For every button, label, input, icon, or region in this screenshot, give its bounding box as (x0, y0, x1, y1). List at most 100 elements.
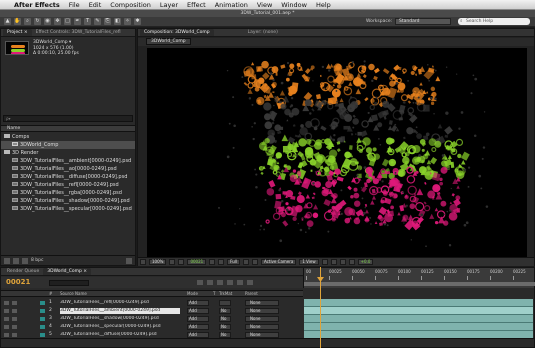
label-color-icon[interactable] (40, 325, 45, 329)
clone-tool-icon[interactable]: ⎘ (104, 18, 111, 25)
view-layout-select[interactable]: 1 View (299, 259, 319, 265)
label-color-icon[interactable] (40, 309, 45, 313)
solo-icon[interactable] (12, 309, 17, 313)
text-tool-icon[interactable]: T (84, 18, 91, 25)
graph-editor-icon[interactable] (247, 280, 253, 285)
timeline-icon[interactable] (339, 259, 346, 265)
layer-trkmat-select[interactable]: No (219, 316, 231, 322)
layer-name[interactable]: 3DW_TutorialFiles__refl[0000-0249].psd (60, 300, 180, 306)
layer-duration-bar[interactable] (304, 299, 533, 307)
project-item[interactable]: 3DW_TutorialFiles__refl[0000-0249].psd (1, 181, 135, 189)
composition-viewer[interactable] (147, 48, 527, 258)
show-channel-icon[interactable] (218, 259, 225, 265)
interpret-footage-icon[interactable] (4, 257, 10, 264)
new-folder-icon[interactable] (13, 257, 19, 264)
layer-parent-select[interactable]: None (245, 300, 279, 306)
project-item[interactable]: 3DW_TutorialFiles__diffuse[0000-0249].ps… (1, 173, 135, 181)
shy-layers-icon[interactable] (217, 280, 223, 285)
label-color-icon[interactable] (40, 317, 45, 321)
label-color-icon[interactable] (40, 333, 45, 337)
layer-duration-bar[interactable] (304, 323, 533, 331)
project-item[interactable]: 3DW_TutorialFiles__shadow[0000-0249].psd (1, 197, 135, 205)
layer-name[interactable]: 3DW_TutorialFiles__ambient[0000-0249].ps… (60, 308, 180, 314)
tab-timeline-comp[interactable]: 3DWorld_Comp × (43, 268, 92, 275)
brush-tool-icon[interactable]: ✎ (94, 18, 101, 25)
layer-duration-bar[interactable] (304, 307, 533, 315)
comp-navigator-tab[interactable]: 3DWorld_Comp (146, 38, 191, 45)
timeline-timecode[interactable]: 00021 (6, 278, 30, 286)
exposure-value[interactable]: +0.0 (357, 259, 374, 265)
frame-blending-icon[interactable] (227, 280, 233, 285)
project-item[interactable]: 3DW_TutorialFiles__specular[0000-0249].p… (1, 205, 135, 213)
workspace-select[interactable]: Standard (395, 18, 451, 25)
project-column-name[interactable]: Name (1, 125, 135, 132)
project-item[interactable]: 3DW_TutorialFiles__ao[0000-0249].psd (1, 165, 135, 173)
grid-icon[interactable] (169, 259, 176, 265)
toggle-pixel-aspect-icon[interactable] (321, 259, 328, 265)
layer-mode-select[interactable]: Add (187, 308, 209, 314)
region-of-interest-icon[interactable] (243, 259, 250, 265)
menu-help[interactable]: Help (316, 1, 331, 9)
menu-app-name[interactable]: After Effects (14, 1, 60, 9)
label-color-icon[interactable] (40, 301, 45, 305)
timeline-layer-row[interactable]: 2 3DW_TutorialFiles__ambient[0000-0249].p… (1, 307, 534, 315)
layer-name[interactable]: 3DW_TutorialFiles__specular[0000-0249].p… (60, 324, 180, 330)
timeline-layer-row[interactable]: 1 3DW_TutorialFiles__refl[0000-0249].psd A… (1, 299, 534, 307)
pen-tool-icon[interactable]: ✒ (74, 18, 81, 25)
draft-3d-icon[interactable] (207, 280, 213, 285)
column-parent[interactable]: Parent (245, 291, 258, 297)
pan-behind-tool-icon[interactable]: ✥ (54, 18, 61, 25)
video-visibility-icon[interactable] (4, 317, 9, 321)
layer-name[interactable]: 3DW_TutorialFiles__shadow[0000-0249].psd (60, 316, 180, 322)
resolution-select[interactable]: Full (227, 259, 241, 265)
time-ruler[interactable]: 00 00025 00050 00075 00100 00125 00150 00175 002… (303, 268, 535, 288)
camera-tool-icon[interactable]: ◉ (44, 18, 51, 25)
flowchart-icon[interactable] (348, 259, 355, 265)
project-item[interactable]: 3D Render (1, 149, 135, 157)
menu-window[interactable]: Window (281, 1, 307, 9)
rotate-tool-icon[interactable]: ↻ (34, 18, 41, 25)
layer-mode-select[interactable]: Add (187, 300, 209, 306)
help-search-input[interactable]: ⌕ Search Help (458, 18, 530, 25)
project-item[interactable]: 3DW_TutorialFiles__rgba[0000-0249].psd (1, 189, 135, 197)
layer-duration-bar[interactable] (304, 315, 533, 323)
motion-blur-icon[interactable] (237, 280, 243, 285)
new-comp-icon[interactable] (22, 257, 28, 264)
column-source-name[interactable]: Source Name (60, 291, 87, 297)
project-item[interactable]: 3DW_TutorialFiles__ambient[0000-0249].ps… (1, 157, 135, 165)
layer-trkmat-select[interactable]: No (219, 308, 231, 314)
comp-mini-flowchart-icon[interactable] (197, 280, 203, 285)
layer-trkmat-select[interactable]: No (219, 324, 231, 330)
transparency-grid-icon[interactable] (252, 259, 259, 265)
menu-file[interactable]: File (69, 1, 80, 9)
zoom-tool-icon[interactable]: ⌕ (24, 18, 31, 25)
column-mode[interactable]: Mode (187, 291, 198, 297)
bit-depth-button[interactable]: 8 bpc (31, 258, 43, 263)
project-item[interactable]: Comps (1, 133, 135, 141)
column-trkmat[interactable]: TrkMat (219, 291, 232, 297)
timeline-search-input[interactable] (49, 280, 89, 286)
layer-parent-select[interactable]: None (245, 324, 279, 330)
always-preview-icon[interactable] (140, 259, 146, 265)
tab-effect-controls[interactable]: Effect Controls: 3DW_TutorialFiles_refl (32, 29, 125, 36)
selection-tool-icon[interactable]: ▲ (4, 18, 11, 25)
menu-effect[interactable]: Effect (187, 1, 206, 9)
layer-mode-select[interactable]: Add (187, 324, 209, 330)
fast-previews-icon[interactable] (330, 259, 337, 265)
column-t[interactable]: T (213, 291, 215, 297)
zoom-select[interactable]: 100% (149, 259, 167, 265)
timeline-layer-row[interactable]: 4 3DW_TutorialFiles__specular[0000-0249].… (1, 323, 534, 331)
camera-select[interactable]: Active Camera (261, 259, 297, 265)
solo-icon[interactable] (12, 325, 17, 329)
video-visibility-icon[interactable] (4, 301, 9, 305)
timeline-layer-row[interactable]: 3 3DW_TutorialFiles__shadow[0000-0249].ps… (1, 315, 534, 323)
solo-icon[interactable] (12, 317, 17, 321)
tab-composition[interactable]: Composition: 3DWorld_Comp (140, 29, 214, 36)
work-area-bar[interactable] (304, 282, 535, 286)
video-visibility-icon[interactable] (4, 309, 9, 313)
solo-icon[interactable] (12, 301, 17, 305)
menu-view[interactable]: View (257, 1, 272, 9)
trash-icon[interactable] (126, 257, 132, 264)
project-item[interactable]: 3DWorld_Comp (1, 141, 135, 149)
layer-parent-select[interactable]: None (245, 316, 279, 322)
